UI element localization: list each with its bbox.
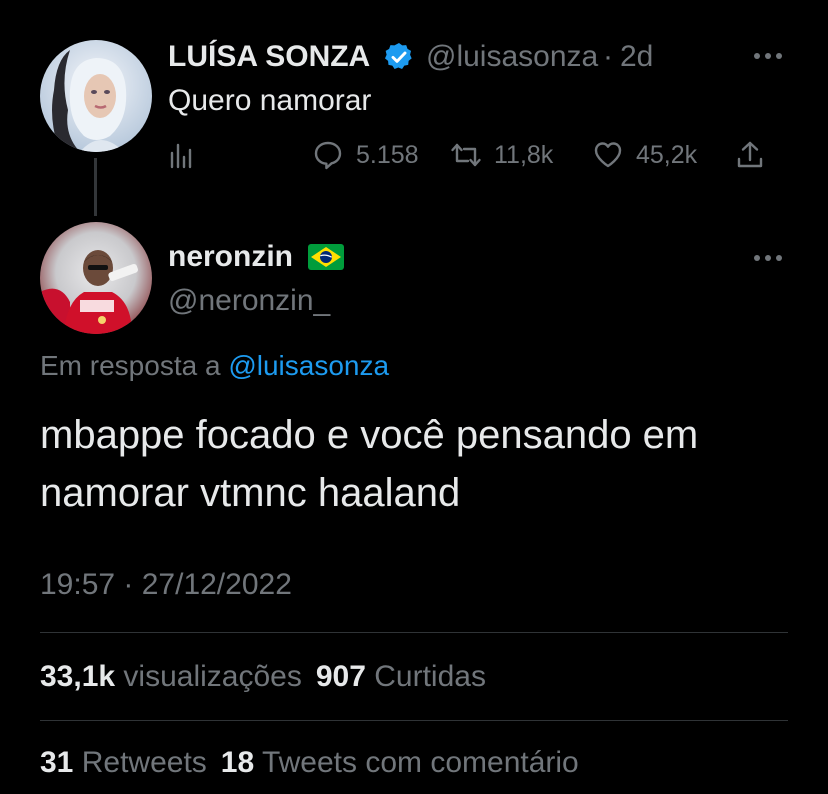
retweets-label: Retweets — [81, 746, 207, 779]
retweets-count: 31 — [40, 746, 74, 779]
retweet-count: 11,8k — [494, 140, 554, 169]
retweet-button[interactable]: 11,8k — [450, 137, 553, 173]
retweets-quotes-stats: 31 Retweets 18 Tweets com comentário — [40, 746, 579, 780]
like-icon — [594, 142, 622, 168]
separator-dot: · — [603, 40, 613, 73]
likes-stat-link[interactable]: 907 Curtidas — [316, 660, 486, 693]
views-likes-stats: 33,1k visualizações 907 Curtidas — [40, 660, 486, 694]
quotes-count: 18 — [220, 746, 255, 779]
replying-to-label: Em resposta a — [40, 350, 221, 381]
divider — [40, 720, 788, 721]
reply-tweet-text: mbappe focado e você pensando em namorar… — [40, 413, 699, 515]
reply-handle[interactable]: @neronzin_ — [168, 284, 330, 318]
share-button[interactable] — [734, 137, 766, 173]
retweets-stat-link[interactable]: 31 Retweets — [40, 746, 207, 779]
original-handle[interactable]: @luisasonza — [426, 40, 598, 74]
thread-connector-line — [94, 158, 97, 216]
luisa-avatar[interactable] — [40, 40, 152, 152]
views-icon — [170, 143, 192, 169]
replying-to-line: Em resposta a @luisasonza — [40, 350, 389, 382]
share-icon — [737, 141, 763, 168]
reply-count: 5.158 — [356, 140, 419, 169]
more-icon[interactable] — [750, 248, 786, 268]
quotes-stat-link[interactable]: 18 Tweets com comentário — [221, 746, 579, 779]
original-time-ago[interactable]: 2d — [620, 40, 653, 74]
like-count: 45,2k — [636, 140, 698, 169]
original-display-name[interactable]: LUÍSA SONZA — [168, 40, 370, 74]
retweet-icon — [451, 143, 481, 167]
reply-button[interactable]: 5.158 — [312, 137, 419, 173]
likes-count: 907 — [315, 660, 366, 693]
original-tweet-text: Quero namorar — [168, 84, 372, 117]
views-count: 33,1k — [40, 660, 116, 693]
reply-display-name[interactable]: neronzin — [168, 240, 293, 274]
views-label: visualizações — [123, 660, 302, 693]
replying-to-mention-link[interactable]: @luisasonza — [228, 350, 389, 381]
like-button[interactable]: 45,2k — [592, 137, 697, 173]
neronzin-avatar[interactable] — [40, 222, 152, 334]
tweet-timestamp[interactable]: 19:57 · 27/12/2022 — [40, 568, 292, 602]
verified-badge-icon — [385, 43, 412, 69]
divider — [40, 632, 788, 633]
views-button[interactable] — [166, 137, 198, 173]
quotes-label: Tweets com comentário — [261, 746, 579, 779]
brazil-flag-icon — [308, 244, 344, 270]
views-stat-link[interactable]: 33,1k visualizações — [40, 660, 302, 693]
more-icon[interactable] — [750, 46, 786, 66]
likes-label: Curtidas — [374, 660, 486, 693]
reply-icon — [314, 141, 342, 170]
